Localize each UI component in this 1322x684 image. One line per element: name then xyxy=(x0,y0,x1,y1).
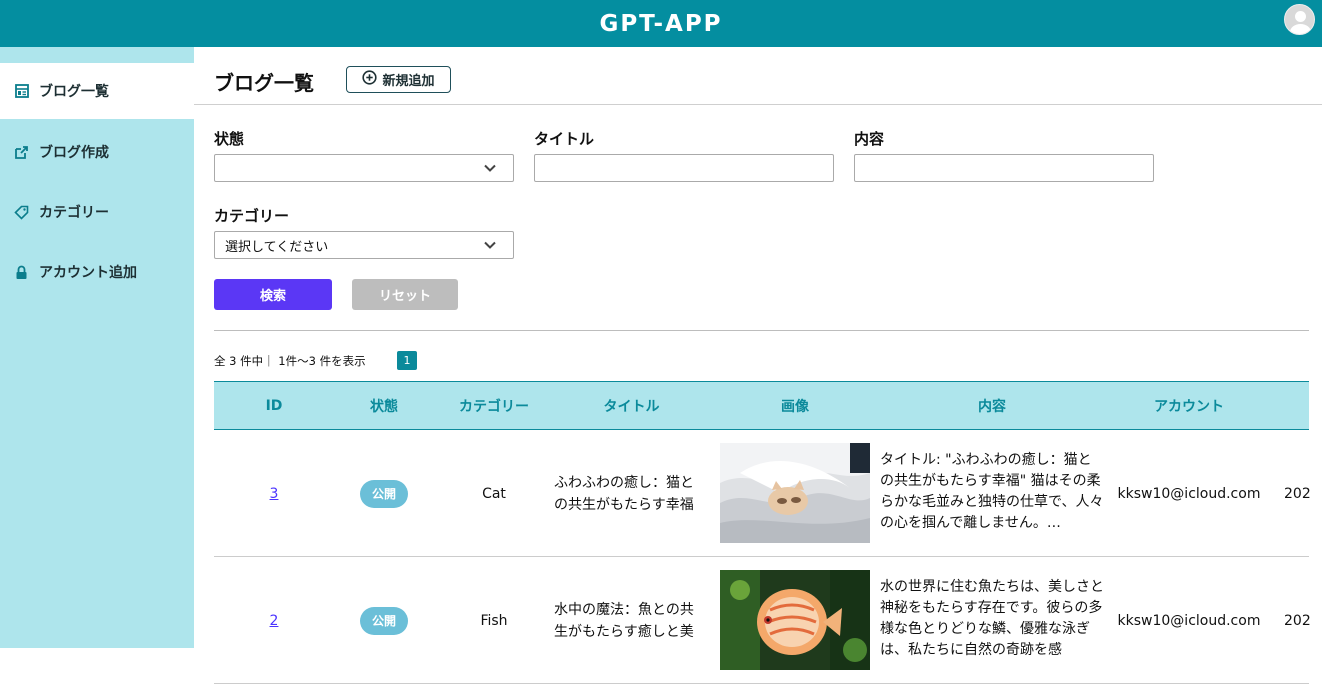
title-label: タイトル xyxy=(534,130,595,148)
chevron-down-icon xyxy=(483,238,497,256)
row-image-cat xyxy=(720,443,870,543)
add-new-label: 新規追加 xyxy=(382,74,435,89)
table-row[interactable]: 2 公開 Fish 水中の魔法：魚との共生がもたらす癒しと美 水の世界に住む魚た… xyxy=(214,557,1311,684)
sidebar-item-label: ブログ一覧 xyxy=(39,84,109,100)
col-id[interactable]: ID xyxy=(234,382,314,429)
col-category[interactable]: カテゴリー xyxy=(444,382,544,429)
list-icon xyxy=(14,84,29,99)
reset-button[interactable]: リセット xyxy=(352,279,458,310)
plus-circle-icon xyxy=(362,70,378,89)
row-content: 水の世界に住む魚たちは、美しさと神秘をもたらす存在です。彼らの多様な色とりどりな… xyxy=(880,579,1104,658)
sidebar-item-label: アカウント追加 xyxy=(39,265,137,281)
status-badge-cell: 公開 xyxy=(360,557,408,684)
table-row[interactable]: 3 公開 Cat ふわふわの癒し：猫との共生がもたらす幸福 タイトル: "ふわふ… xyxy=(214,430,1311,557)
row-category: Fish xyxy=(480,612,508,629)
table-header: ID 状態 カテゴリー タイトル 画像 内容 アカウント xyxy=(214,381,1309,430)
sidebar-item-blog-list[interactable]: ブログ一覧 xyxy=(0,63,194,119)
divider xyxy=(194,104,1322,105)
row-id-link[interactable]: 3 xyxy=(270,486,279,502)
row-date: 202 xyxy=(1284,485,1311,502)
result-count: 全 3 件中｜ 1件〜3 件を表示 xyxy=(214,354,366,368)
sidebar: ブログ一覧 ブログ作成 カテゴリー アカウント追加 xyxy=(0,47,194,648)
status-label: 状態 xyxy=(214,130,245,148)
divider xyxy=(214,330,1309,331)
add-new-button[interactable]: 新規追加 xyxy=(346,66,451,93)
avatar-head xyxy=(1295,11,1306,22)
category-placeholder: 選択してください xyxy=(225,239,329,255)
category-select[interactable]: 選択してください xyxy=(214,231,514,259)
row-id-link[interactable]: 2 xyxy=(270,613,279,629)
sidebar-item-label: カテゴリー xyxy=(39,205,109,221)
row-category: Cat xyxy=(482,485,506,502)
sidebar-item-label: ブログ作成 xyxy=(39,145,109,161)
chevron-down-icon xyxy=(483,161,497,179)
app-title: GPT-APP xyxy=(599,10,723,37)
status-select[interactable] xyxy=(214,154,514,182)
app-header: GPT-APP xyxy=(0,0,1322,47)
sidebar-item-blog-create[interactable]: ブログ作成 xyxy=(0,124,194,180)
row-date: 202 xyxy=(1284,612,1311,629)
col-content[interactable]: 内容 xyxy=(880,382,1104,429)
row-image-fish xyxy=(720,570,870,670)
status-badge: 公開 xyxy=(360,606,408,635)
category-label: カテゴリー xyxy=(214,207,290,225)
sidebar-item-category[interactable]: カテゴリー xyxy=(0,184,194,240)
avatar[interactable] xyxy=(1284,4,1315,35)
sidebar-item-add-account[interactable]: アカウント追加 xyxy=(0,244,194,300)
row-title: ふわふわの癒し：猫との共生がもたらす幸福 xyxy=(554,474,694,513)
title-input[interactable] xyxy=(534,154,834,182)
pagination-page-1[interactable]: 1 xyxy=(397,351,417,370)
content-label: 内容 xyxy=(854,130,885,148)
status-badge-cell: 公開 xyxy=(360,430,408,557)
status-badge: 公開 xyxy=(360,479,408,508)
row-id-cell: 2 xyxy=(234,557,314,684)
content-input[interactable] xyxy=(854,154,1154,182)
lock-icon xyxy=(14,265,29,280)
main-content: ブログ一覧 新規追加 状態 タイトル 内容 カテゴリー 選択してください 検索 … xyxy=(194,47,1322,684)
row-content: タイトル: "ふわふわの癒し：猫との共生がもたらす幸福" 猫はその柔らかな毛並み… xyxy=(880,452,1104,531)
row-account: kksw10@icloud.com xyxy=(1117,612,1261,629)
col-image: 画像 xyxy=(781,398,809,415)
row-id-cell: 3 xyxy=(234,430,314,557)
row-title: 水中の魔法：魚との共生がもたらす癒しと美 xyxy=(554,601,694,640)
search-button[interactable]: 検索 xyxy=(214,279,332,310)
edit-icon xyxy=(14,145,29,160)
col-title[interactable]: タイトル xyxy=(554,382,709,429)
row-account: kksw10@icloud.com xyxy=(1117,485,1261,502)
tag-icon xyxy=(14,205,29,220)
col-status[interactable]: 状態 xyxy=(344,382,424,429)
page-title: ブログ一覧 xyxy=(214,71,314,95)
col-account[interactable]: アカウント xyxy=(1114,382,1264,429)
avatar-body xyxy=(1290,24,1311,34)
